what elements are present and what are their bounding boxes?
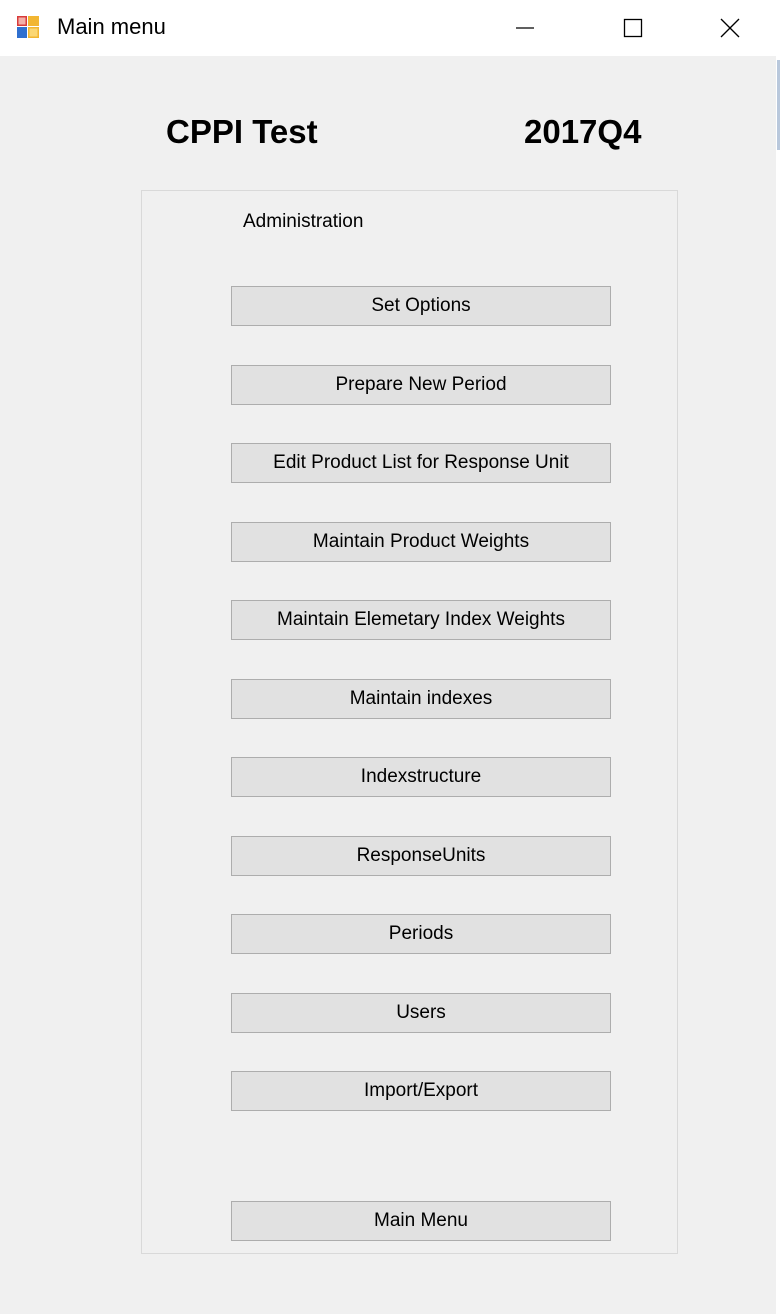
minimize-icon xyxy=(516,27,534,29)
periods-button[interactable]: Periods xyxy=(231,914,611,954)
window-title: Main menu xyxy=(57,14,166,39)
background-window-edge xyxy=(776,0,782,1314)
import-export-button[interactable]: Import/Export xyxy=(231,1071,611,1111)
period-heading: 2017Q4 xyxy=(524,113,642,150)
prepare-new-period-button[interactable]: Prepare New Period xyxy=(231,365,611,405)
administration-group-label: Administration xyxy=(243,211,364,232)
users-button[interactable]: Users xyxy=(231,993,611,1033)
edit-product-list-button[interactable]: Edit Product List for Response Unit xyxy=(231,443,611,483)
maintain-elementary-index-weights-button[interactable]: Maintain Elemetary Index Weights xyxy=(231,600,611,640)
response-units-button[interactable]: ResponseUnits xyxy=(231,836,611,876)
maintain-indexes-button[interactable]: Maintain indexes xyxy=(231,679,611,719)
app-name-heading: CPPI Test xyxy=(166,113,318,150)
title-bar[interactable]: Main menu xyxy=(0,0,776,56)
set-options-button[interactable]: Set Options xyxy=(231,286,611,326)
maximize-button[interactable] xyxy=(587,0,679,56)
indexstructure-button[interactable]: Indexstructure xyxy=(231,757,611,797)
maximize-icon xyxy=(623,18,643,38)
minimize-button[interactable] xyxy=(479,0,571,56)
app-icon xyxy=(17,16,39,38)
maintain-product-weights-button[interactable]: Maintain Product Weights xyxy=(231,522,611,562)
main-menu-button[interactable]: Main Menu xyxy=(231,1201,611,1241)
main-menu-window: Main menu CPPI Test 2017Q4 Administratio… xyxy=(0,0,777,1314)
close-button[interactable] xyxy=(684,0,776,56)
close-icon xyxy=(720,18,740,38)
